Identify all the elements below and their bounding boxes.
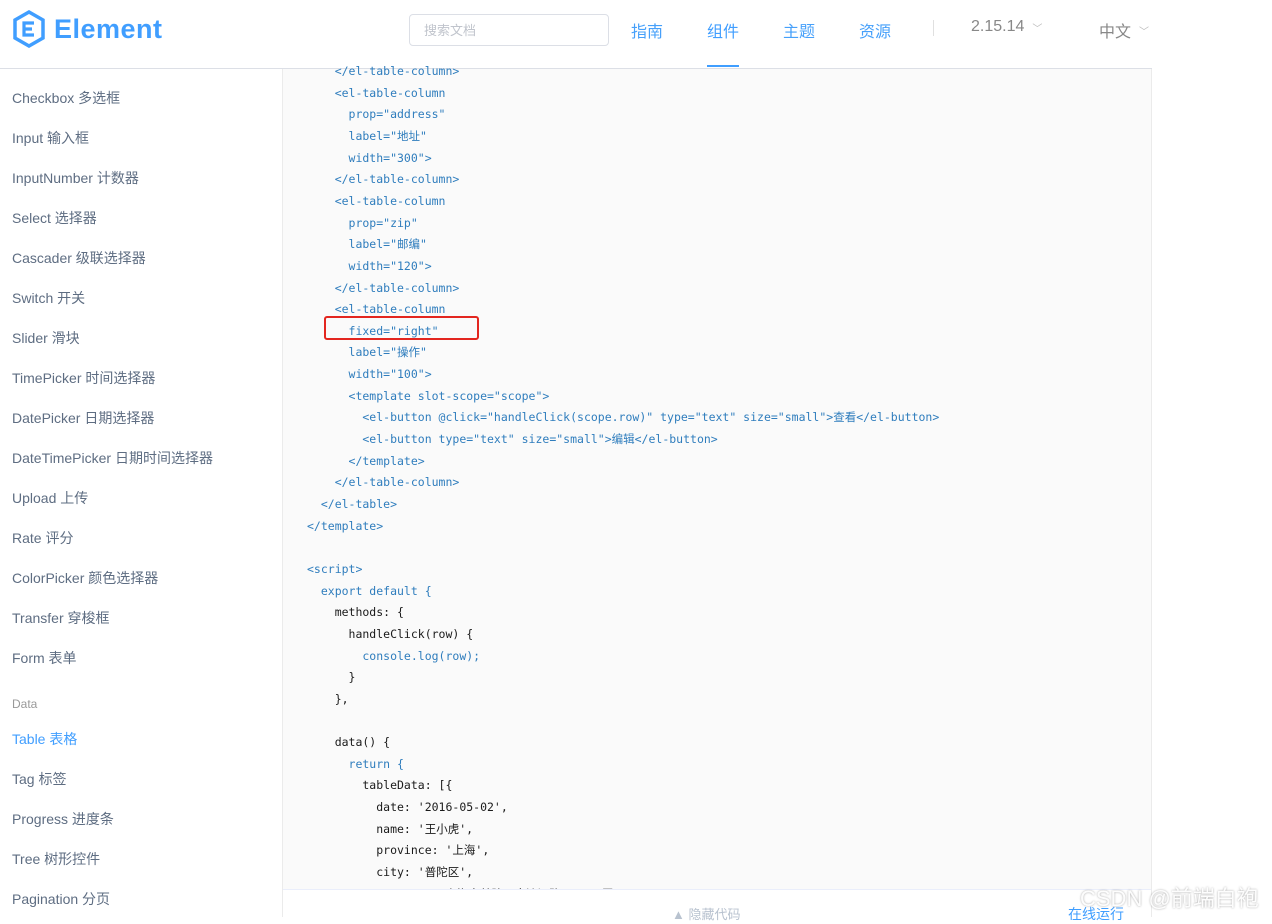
code-line: name: '王小虎',: [307, 822, 474, 836]
code-line: province: '上海',: [307, 843, 490, 857]
code-line: label="操作": [307, 345, 427, 359]
code-line: width="100">: [307, 367, 432, 381]
code-line: label="地址": [307, 129, 427, 143]
code-line: prop="address": [307, 107, 446, 121]
code-line: return {: [307, 757, 404, 771]
code-line: width="120">: [307, 259, 432, 273]
highlight-annotation: [324, 316, 479, 340]
hide-code-button[interactable]: ▲ 隐藏代码: [672, 904, 741, 923]
code-line: <el-button @click="handleClick(scope.row…: [307, 410, 940, 424]
code-line: <el-table-column: [307, 86, 446, 100]
code-line: }: [307, 670, 356, 684]
code-line: },: [307, 692, 349, 706]
code-line: tableData: [{: [307, 778, 453, 792]
code-line: export default {: [307, 584, 432, 598]
sidebar-item-pagination[interactable]: Pagination 分页: [12, 889, 110, 909]
code-line: <template slot-scope="scope">: [307, 389, 550, 403]
code-line: <el-table-column: [307, 302, 446, 316]
code-line: city: '普陀区',: [307, 865, 474, 879]
code-line: console.log(row);: [307, 649, 481, 663]
caret-up-icon: ▲: [672, 907, 685, 922]
code-line: methods: {: [307, 605, 404, 619]
code-line: <el-button type="text" size="small">编辑</…: [307, 432, 718, 446]
code-line: </template>: [307, 454, 425, 468]
code-line: data() {: [307, 735, 391, 749]
code-line: date: '2016-05-02',: [307, 800, 508, 814]
code-line: width="300">: [307, 151, 432, 165]
code-line: </template>: [307, 519, 384, 533]
watermark: CSDN @前端白袍: [1080, 886, 1259, 911]
code-line: </el-table-column>: [307, 281, 460, 295]
code-line: <script>: [307, 562, 363, 576]
code-line: <el-table-column: [307, 194, 446, 208]
code-line: prop="zip": [307, 216, 418, 230]
code-line: </el-table-column>: [307, 475, 460, 489]
hide-code-label: 隐藏代码: [688, 907, 741, 922]
code-line: </el-table-column>: [307, 64, 460, 78]
code-line: label="邮编": [307, 237, 427, 251]
code-line: handleClick(row) {: [307, 627, 474, 641]
code-line: </el-table-column>: [307, 172, 460, 186]
code-line: </el-table>: [307, 497, 398, 511]
code-lines: </el-table-column> <el-table-column prop…: [0, 0, 1152, 889]
